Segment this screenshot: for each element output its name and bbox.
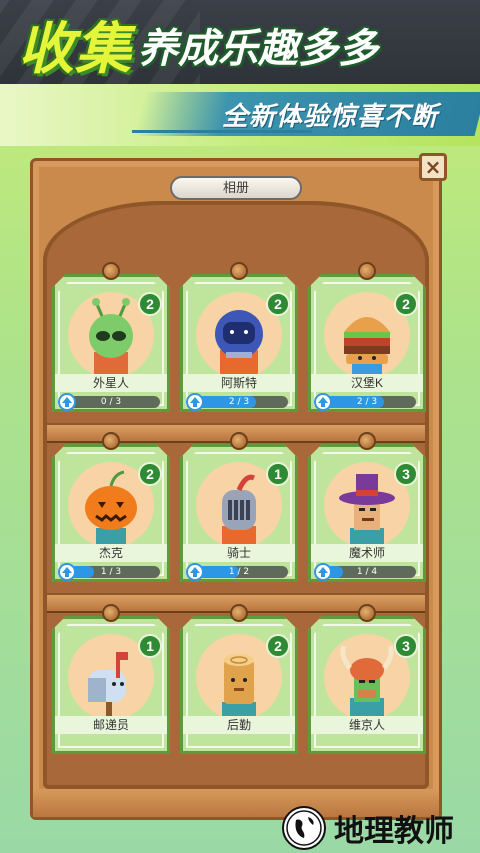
upgrade-arrow-icon[interactable] [186,563,204,581]
character-name: 外星人 [55,374,167,392]
character-card[interactable]: 1 邮递员 [52,604,170,754]
level-badge: 1 [266,462,290,486]
card-progress-text: 1 / 3 [100,567,122,577]
globe-icon [282,806,326,850]
character-name: 杰克 [55,544,167,562]
character-name: 汉堡K [311,374,423,392]
pin-icon [358,432,376,450]
upgrade-arrow-icon[interactable] [58,563,76,581]
pin-icon [358,604,376,622]
level-badge: 3 [394,634,418,658]
character-card[interactable]: 1 骑士 1 / 2 [180,432,298,582]
character-name: 维京人 [311,716,423,734]
close-button[interactable]: × [419,153,447,181]
pin-icon [230,432,248,450]
level-badge: 2 [138,462,162,486]
card-progress-bar: 1 / 3 [62,566,160,578]
pin-icon [230,604,248,622]
character-name: 阿斯特 [183,374,295,392]
card-progress-text: 2 / 3 [228,397,250,407]
level-badge: 1 [138,634,162,658]
card-progress-bar: 2 / 3 [318,396,416,408]
card-progress-bar: 2 / 3 [190,396,288,408]
promo-title-main: 收集 [18,17,132,82]
watermark: 地理教师 [282,806,454,850]
character-card[interactable]: 2 后勤 [180,604,298,754]
upgrade-arrow-icon[interactable] [58,393,76,411]
card-progress-bar: 1 / 2 [190,566,288,578]
pin-icon [358,262,376,280]
watermark-text: 地理教师 [334,814,454,849]
promo-title: 收集 养成乐趣多多 [18,10,378,80]
pin-icon [102,604,120,622]
level-badge: 2 [266,292,290,316]
card-progress-bar: 1 / 4 [318,566,416,578]
level-badge: 2 [266,634,290,658]
character-card[interactable]: 3 魔术师 1 / 4 [308,432,426,582]
card-progress-text: 2 / 3 [356,397,378,407]
character-name: 魔术师 [311,544,423,562]
character-name: 骑士 [183,544,295,562]
character-name: 邮递员 [55,716,167,734]
upgrade-arrow-icon[interactable] [314,393,332,411]
character-card[interactable]: 2 杰克 1 / 3 [52,432,170,582]
promo-slogan: 全新体验惊喜不断 [222,102,439,132]
album-title: 相册 [170,176,302,200]
promo-title-sub: 养成乐趣多多 [138,26,378,72]
character-card[interactable]: 2 外星人 0 / 3 [52,262,170,412]
character-card[interactable]: 3 维京人 [308,604,426,754]
level-badge: 2 [394,292,418,316]
pin-icon [230,262,248,280]
card-progress-text: 0 / 3 [100,397,122,407]
card-progress-text: 1 / 4 [356,567,378,577]
card-progress-text: 1 / 2 [228,567,250,577]
level-badge: 2 [138,292,162,316]
upgrade-arrow-icon[interactable] [186,393,204,411]
level-badge: 3 [394,462,418,486]
character-name: 后勤 [183,716,295,734]
pin-icon [102,432,120,450]
pin-icon [102,262,120,280]
card-progress-bar: 0 / 3 [62,396,160,408]
character-card[interactable]: 2 阿斯特 2 / 3 [180,262,298,412]
upgrade-arrow-icon[interactable] [314,563,332,581]
character-card[interactable]: 2 汉堡K 2 / 3 [308,262,426,412]
